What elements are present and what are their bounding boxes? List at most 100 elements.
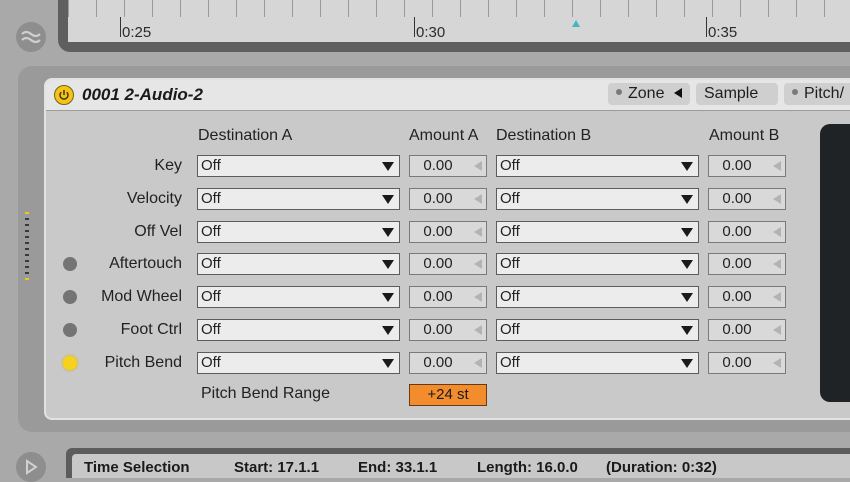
dropdown-value: Off <box>500 157 520 174</box>
aftertouch-led[interactable] <box>63 257 77 271</box>
amount-value: 0.00 <box>722 321 752 338</box>
amount-value: 0.00 <box>423 288 453 305</box>
amount-value: 0.00 <box>423 157 453 174</box>
amount-a-field-aftertouch[interactable]: 0.00 <box>409 253 487 275</box>
amount-b-field-key[interactable]: 0.00 <box>708 155 786 177</box>
chevron-down-icon <box>681 293 693 302</box>
foot-ctrl-led[interactable] <box>63 323 77 337</box>
tab-sample-label: Sample <box>704 85 759 102</box>
triangle-left-icon <box>773 358 781 368</box>
tab-pitch-label: Pitch/ <box>804 85 845 102</box>
amount-a-field-velocity[interactable]: 0.00 <box>409 188 487 210</box>
tab-pitch[interactable]: Pitch/ <box>784 83 850 105</box>
tab-zone[interactable]: Zone <box>608 83 690 105</box>
wave-icon <box>21 30 41 44</box>
dropdown-value: Off <box>500 190 520 207</box>
dropdown-value: Off <box>201 321 221 338</box>
amount-a-field-key[interactable]: 0.00 <box>409 155 487 177</box>
chevron-down-icon <box>382 293 394 302</box>
row-label-pitch-bend: Pitch Bend <box>104 354 182 371</box>
time-ruler[interactable]: 0:25 0:30 0:35 <box>68 0 850 42</box>
amount-b-field-aftertouch[interactable]: 0.00 <box>708 253 786 275</box>
pitch-bend-range-value[interactable]: +24 st <box>409 384 487 406</box>
triangle-left-icon <box>474 259 482 269</box>
destination-a-select-aftertouch[interactable]: Off <box>197 253 400 275</box>
power-icon <box>59 90 69 100</box>
chevron-down-icon <box>681 359 693 368</box>
device-power-button[interactable] <box>54 85 74 105</box>
chevron-down-icon <box>382 326 394 335</box>
destination-a-select-key[interactable]: Off <box>197 155 400 177</box>
amount-b-field-velocity[interactable]: 0.00 <box>708 188 786 210</box>
amount-a-field-foot-ctrl[interactable]: 0.00 <box>409 319 487 341</box>
device-display-panel <box>820 124 850 402</box>
amount-value: 0.00 <box>423 354 453 371</box>
ruler-tick-label: 0:35 <box>708 24 738 41</box>
destination-b-select-aftertouch[interactable]: Off <box>496 253 699 275</box>
row-label-off-vel: Off Vel <box>134 223 182 240</box>
wave-button[interactable] <box>16 22 46 52</box>
destination-b-select-key[interactable]: Off <box>496 155 699 177</box>
destination-a-select-pitch-bend[interactable]: Off <box>197 352 400 374</box>
device-scroll-indicator[interactable] <box>25 212 30 284</box>
amount-value: 0.00 <box>722 288 752 305</box>
playhead-marker[interactable] <box>572 20 580 27</box>
mod-wheel-led[interactable] <box>63 290 77 304</box>
arrangement-timeline[interactable]: 0:25 0:30 0:35 <box>58 0 850 52</box>
triangle-left-icon <box>773 259 781 269</box>
destination-b-select-pitch-bend[interactable]: Off <box>496 352 699 374</box>
triangle-left-icon <box>773 161 781 171</box>
header-amount-a: Amount A <box>409 127 479 144</box>
amount-b-field-mod-wheel[interactable]: 0.00 <box>708 286 786 308</box>
triangle-left-icon <box>474 227 482 237</box>
header-amount-b: Amount B <box>709 127 780 144</box>
row-label-foot-ctrl: Foot Ctrl <box>120 321 182 338</box>
triangle-left-icon <box>474 194 482 204</box>
chevron-down-icon <box>382 260 394 269</box>
status-end: End: 33.1.1 <box>358 459 438 476</box>
amount-value: 0.00 <box>722 354 752 371</box>
destination-a-select-velocity[interactable]: Off <box>197 188 400 210</box>
triangle-left-icon <box>773 227 781 237</box>
device-title-bar[interactable]: 0001 2-Audio-2 Zone Sample Pitch/ <box>46 80 850 111</box>
dropdown-value: Off <box>201 157 221 174</box>
amount-value: 0.00 <box>423 255 453 272</box>
destination-a-select-off-vel[interactable]: Off <box>197 221 400 243</box>
pitch-bend-led[interactable] <box>63 356 77 370</box>
chevron-down-icon <box>681 228 693 237</box>
destination-b-select-velocity[interactable]: Off <box>496 188 699 210</box>
status-length: Length: 16.0.0 <box>477 459 578 476</box>
row-label-mod-wheel: Mod Wheel <box>101 288 182 305</box>
dropdown-value: Off <box>500 354 520 371</box>
status-title: Time Selection <box>84 459 190 476</box>
ruler-tick <box>120 17 121 37</box>
tab-sample[interactable]: Sample <box>696 83 778 105</box>
triangle-left-icon <box>773 194 781 204</box>
amount-b-field-off-vel[interactable]: 0.00 <box>708 221 786 243</box>
amount-value: 0.00 <box>423 321 453 338</box>
tab-indicator <box>792 88 798 95</box>
triangle-left-icon <box>474 358 482 368</box>
destination-b-select-off-vel[interactable]: Off <box>496 221 699 243</box>
dropdown-value: Off <box>201 255 221 272</box>
chevron-down-icon <box>382 228 394 237</box>
triangle-left-icon <box>773 325 781 335</box>
destination-b-select-foot-ctrl[interactable]: Off <box>496 319 699 341</box>
amount-value: 0.00 <box>423 223 453 240</box>
ruler-tick <box>706 17 707 37</box>
amount-b-field-foot-ctrl[interactable]: 0.00 <box>708 319 786 341</box>
destination-a-select-mod-wheel[interactable]: Off <box>197 286 400 308</box>
header-destination-a: Destination A <box>198 127 293 144</box>
amount-value: 0.00 <box>722 223 752 240</box>
amount-b-field-pitch-bend[interactable]: 0.00 <box>708 352 786 374</box>
destination-b-select-mod-wheel[interactable]: Off <box>496 286 699 308</box>
ruler-tick-label: 0:25 <box>122 24 152 41</box>
destination-a-select-foot-ctrl[interactable]: Off <box>197 319 400 341</box>
triangle-left-icon <box>474 292 482 302</box>
triangle-left-icon <box>773 292 781 302</box>
triangle-left-icon <box>474 325 482 335</box>
amount-a-field-pitch-bend[interactable]: 0.00 <box>409 352 487 374</box>
amount-a-field-off-vel[interactable]: 0.00 <box>409 221 487 243</box>
amount-a-field-mod-wheel[interactable]: 0.00 <box>409 286 487 308</box>
amount-value: 0.00 <box>722 190 752 207</box>
